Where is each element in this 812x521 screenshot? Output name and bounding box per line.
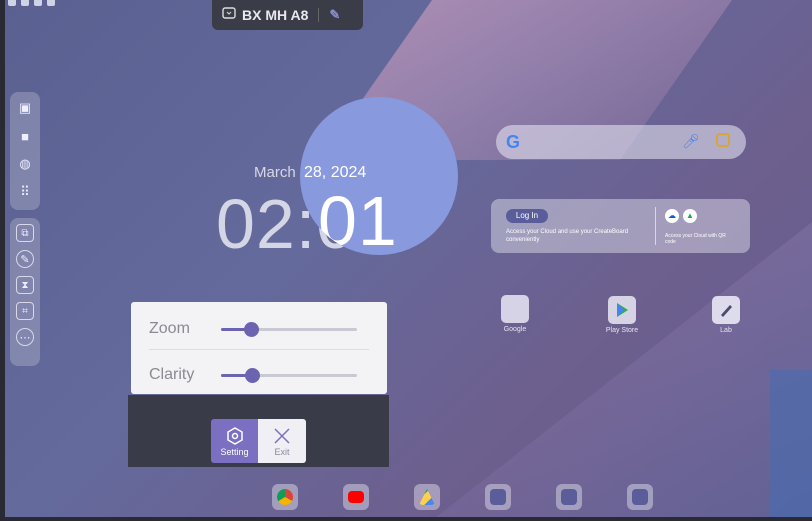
edit-pencil-icon[interactable]: ✎	[329, 7, 340, 23]
files-icon	[632, 489, 648, 505]
screen-share-icon	[561, 489, 577, 505]
bezel	[0, 517, 812, 521]
lab-pen-icon	[712, 296, 740, 324]
apps-grid-icon[interactable]: ⠿	[15, 182, 35, 202]
cloud-widget: Log In Access your Cloud and use your Cr…	[491, 199, 750, 253]
play-store-icon	[608, 296, 636, 324]
mic-icon[interactable]: 🎤︎	[682, 133, 700, 150]
magnified-time: 01	[318, 182, 398, 255]
clarity-label: Clarity	[149, 366, 195, 383]
app-lab[interactable]: Lab	[701, 296, 751, 334]
presentation-icon	[222, 6, 236, 24]
lens-icon[interactable]	[716, 133, 730, 147]
clarity-row: Clarity	[149, 360, 369, 390]
status-icon	[21, 0, 29, 6]
sidebar-quick: ▣ ■ ◍ ⠿	[10, 92, 40, 210]
exit-label: Exit	[274, 447, 290, 457]
bezel	[0, 0, 5, 521]
zoom-label: Zoom	[149, 320, 190, 337]
dock-whiteboard[interactable]	[485, 484, 511, 510]
app-google[interactable]: Google	[490, 295, 540, 333]
gear-icon	[226, 427, 243, 445]
dock-screen-share[interactable]	[556, 484, 582, 510]
divider	[318, 8, 320, 22]
magnifier-lens[interactable]: 28, 2024 01	[300, 97, 458, 255]
status-icon	[8, 0, 16, 6]
status-icon	[47, 0, 55, 6]
magnifier-settings-panel: Zoom Clarity	[131, 302, 387, 394]
close-icon	[274, 428, 290, 444]
app-label: Google	[503, 326, 527, 333]
exit-button[interactable]: Exit	[258, 419, 306, 463]
hourglass-icon[interactable]: ⧗	[16, 276, 34, 294]
more-icon[interactable]: ⋯	[16, 328, 34, 346]
clarity-slider-thumb[interactable]	[245, 368, 261, 383]
cloud-provider-icons: ☁ ▲	[665, 209, 697, 223]
google-search-widget[interactable]: G 🎤︎	[496, 125, 746, 159]
google-folder-icon	[501, 295, 529, 323]
whiteboard-icon	[490, 489, 506, 505]
wallpaper-shape	[770, 370, 812, 520]
zoom-slider[interactable]	[221, 322, 357, 337]
app-play-store[interactable]: Play Store	[597, 296, 647, 334]
window-icon[interactable]: ⧉	[16, 224, 34, 242]
drive-icon[interactable]: ▲	[683, 209, 697, 223]
divider	[655, 207, 656, 245]
desktop-screen: BX MH A8 ✎ ▣ ■ ◍ ⠿ ⧉ ✎ ⧗ ⌗ ⋯ March 28, 2…	[0, 0, 812, 521]
cloud-qr-note: Access your Cloud with QR code	[665, 233, 726, 245]
screenshot-icon[interactable]: ⌗	[16, 302, 34, 320]
login-button[interactable]: Log In	[506, 209, 548, 223]
drive-icon	[419, 489, 435, 505]
cloud-description: Access your Cloud and use your CreateBoa…	[506, 229, 629, 243]
app-label: Play Store	[605, 327, 639, 334]
setting-button[interactable]: Setting	[211, 419, 258, 463]
google-logo: G	[506, 132, 521, 152]
folder-icon[interactable]: ■	[15, 126, 35, 146]
magnified-date: 28, 2024	[304, 164, 367, 181]
zoom-row: Zoom	[149, 314, 369, 344]
dock-files[interactable]	[627, 484, 653, 510]
title-bar[interactable]: BX MH A8 ✎	[212, 0, 363, 30]
dock-drive[interactable]	[414, 484, 440, 510]
sidebar-tools: ⧉ ✎ ⧗ ⌗ ⋯	[10, 218, 40, 366]
onedrive-icon[interactable]: ☁	[665, 209, 679, 223]
status-icon	[34, 0, 42, 6]
status-icons	[8, 0, 55, 6]
youtube-icon	[348, 491, 364, 503]
clarity-slider[interactable]	[221, 368, 357, 383]
setting-label: Setting	[220, 447, 249, 457]
device-name: BX MH A8	[242, 7, 309, 23]
chrome-icon	[277, 489, 293, 505]
note-icon[interactable]: ▣	[15, 98, 35, 118]
app-label: Lab	[720, 327, 732, 334]
dock-chrome[interactable]	[272, 484, 298, 510]
pen-icon[interactable]: ✎	[16, 250, 34, 268]
zoom-slider-thumb[interactable]	[243, 322, 259, 337]
dock-youtube[interactable]	[343, 484, 369, 510]
globe-icon[interactable]: ◍	[15, 154, 35, 174]
divider	[149, 349, 369, 350]
